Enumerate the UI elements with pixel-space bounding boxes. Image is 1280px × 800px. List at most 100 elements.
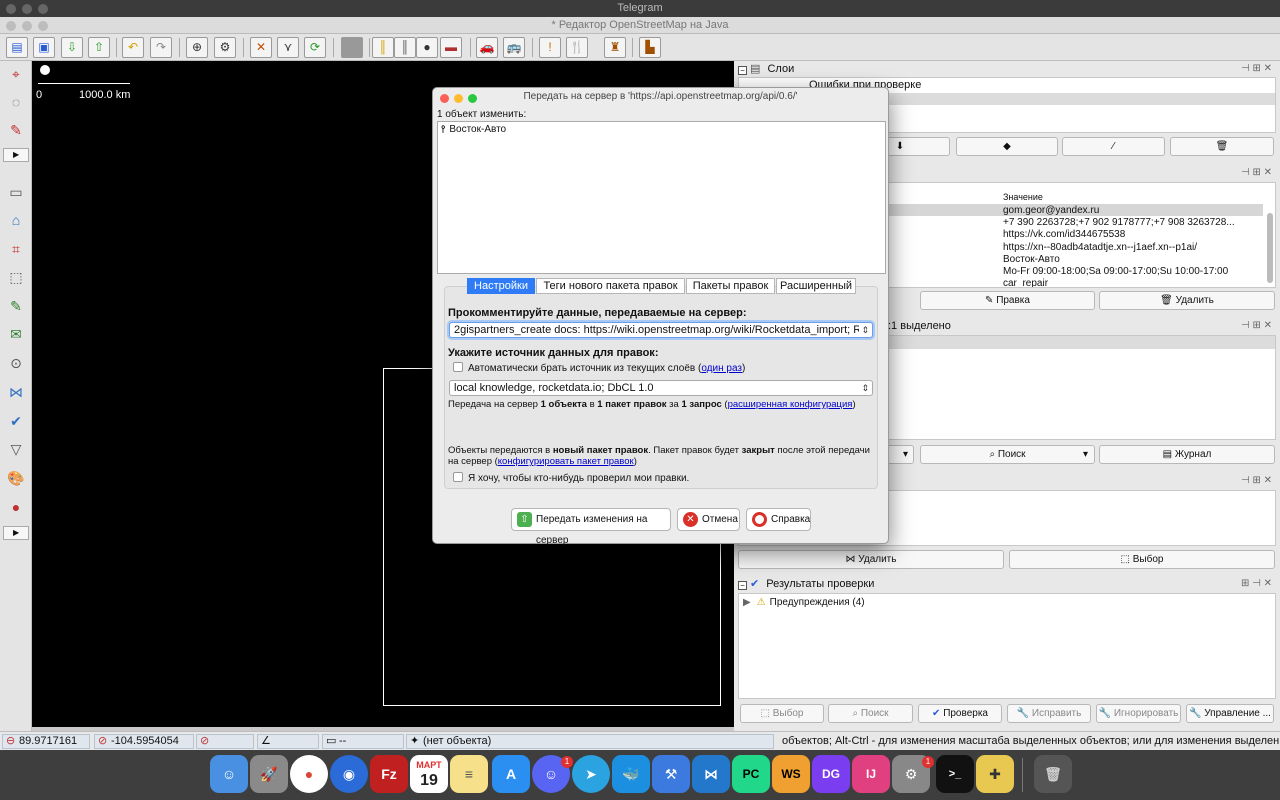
tab-settings[interactable]: Настройки	[467, 278, 535, 294]
notes-icon[interactable]: ✉	[5, 323, 27, 345]
intellij-icon[interactable]: IJ	[852, 755, 890, 793]
map-paint-style-icon[interactable]: 🎨	[5, 467, 27, 489]
zoom-icon[interactable]: ⊕	[186, 37, 208, 58]
app-store-icon[interactable]: A	[492, 755, 530, 793]
historic-preset-icon[interactable]: ♜	[604, 37, 626, 58]
conflict-icon[interactable]: ⋈	[5, 381, 27, 403]
expand-tools-arrow[interactable]: ▶	[3, 148, 29, 162]
dialog-minimize-button[interactable]	[454, 94, 463, 103]
delete-layer-icon[interactable]: 🗑	[1170, 137, 1274, 156]
remove-relation-button[interactable]: ⋈ Удалить	[738, 550, 1004, 569]
tag-value-cell[interactable]: +7 390 2263728;+7 902 9178777;+7 908 326…	[1003, 217, 1235, 229]
tab-changeset-tags[interactable]: Теги нового пакета правок	[536, 278, 685, 294]
chrome-icon[interactable]: ●	[290, 755, 328, 793]
bus-preset-icon[interactable]: 🚌	[503, 37, 525, 58]
finder-icon[interactable]: ☺	[210, 755, 248, 793]
validation-fix-button[interactable]: 🔧 Исправить	[1007, 704, 1091, 723]
upload-icon[interactable]: ⇧	[88, 37, 110, 58]
traffic-light-icon[interactable]: ●	[416, 37, 438, 58]
tag-value-cell[interactable]: car_repair	[1003, 278, 1235, 287]
tag-value-cell[interactable]: https://xn--80adb4atadtje.xn--j1aef.xn--…	[1003, 242, 1235, 254]
terminal-icon[interactable]: >_	[936, 755, 974, 793]
tab-changesets[interactable]: Пакеты правок	[686, 278, 775, 294]
opacity-icon[interactable]: ⁄	[1062, 137, 1165, 156]
cancel-button[interactable]: ✕ Отмена	[677, 508, 740, 531]
advanced-config-link[interactable]: расширенная конфигурация	[728, 399, 853, 410]
filezilla-icon[interactable]: Fz	[370, 755, 408, 793]
webstorm-icon[interactable]: WS	[772, 755, 810, 793]
tag-value-cell[interactable]: https://vk.com/id344675538	[1003, 229, 1235, 241]
history-icon[interactable]: ⊙	[5, 352, 27, 374]
history-button[interactable]: ▤ Журнал	[1099, 445, 1275, 464]
tags-scrollbar[interactable]	[1267, 213, 1273, 283]
xcode-icon[interactable]: ⚒	[652, 755, 690, 793]
vscode-icon[interactable]: ⋈	[692, 755, 730, 793]
redo-icon[interactable]: ↷	[150, 37, 172, 58]
validation-manage-button[interactable]: 🔧 Управление ...	[1186, 704, 1274, 723]
firefox-icon[interactable]: ◉	[330, 755, 368, 793]
area-preset-icon[interactable]	[341, 37, 363, 58]
help-button[interactable]: Справка	[746, 508, 811, 531]
food-preset-icon[interactable]: 🍴	[566, 37, 588, 58]
upload-changes-button[interactable]: ⇧ Передать изменения на сервер	[511, 508, 671, 546]
merge-layer-icon[interactable]: ◆	[956, 137, 1058, 156]
open-file-icon[interactable]: ▤	[6, 37, 28, 58]
undo-icon[interactable]: ↶	[122, 37, 144, 58]
railway-preset-icon[interactable]: ▬	[440, 37, 462, 58]
tag-value-cell[interactable]: Mo-Fr 09:00-18:00;Sa 09:00-17:00;Su 10:0…	[1003, 266, 1235, 278]
validation-check-button[interactable]: ✔ Проверка	[918, 704, 1002, 723]
filter-icon[interactable]: ▽	[5, 438, 27, 460]
docker-icon[interactable]: 🐳	[612, 755, 650, 793]
review-request-row[interactable]: Я хочу, чтобы кто-нибудь проверил мои пр…	[453, 472, 689, 484]
dialog-close-button[interactable]	[440, 94, 449, 103]
preferences-icon[interactable]: ⚙	[214, 37, 236, 58]
road-preset-icon[interactable]: ║	[372, 37, 394, 58]
relation-icon[interactable]: ⌗	[5, 238, 27, 260]
reverse-way-icon[interactable]: ⟳	[304, 37, 326, 58]
tag-value-cell[interactable]: gom.geor@yandex.ru	[1003, 205, 1235, 217]
industrial-preset-icon[interactable]: ▙	[639, 37, 661, 58]
josm-icon[interactable]: ✚	[976, 755, 1014, 793]
edit-tag-button[interactable]: ✎ Правка	[920, 291, 1095, 310]
dialog-zoom-button[interactable]	[468, 94, 477, 103]
source-combobox[interactable]: local knowledge, rocketdata.io; DbCL 1.0…	[449, 380, 873, 396]
commands-icon[interactable]: ✎	[5, 295, 27, 317]
telegram-icon[interactable]: ➤	[572, 755, 610, 793]
configure-changeset-link[interactable]: конфигурировать пакет правок	[498, 456, 634, 467]
tab-advanced[interactable]: Расширенный	[776, 278, 856, 294]
combine-way-icon[interactable]: ⋎	[277, 37, 299, 58]
validation-tree[interactable]: ▶ ⚠ Предупреждения (4)	[738, 593, 1276, 699]
tag-icon[interactable]: ⌂	[5, 209, 27, 231]
draw-mode-icon[interactable]: ✎	[5, 119, 27, 141]
save-icon[interactable]: ▣	[33, 37, 55, 58]
layers-panel-header[interactable]: − ▤ Слои ⊣ ⊞ ✕	[738, 61, 1276, 77]
validator-check-icon[interactable]: ✔	[5, 410, 27, 432]
comment-combobox[interactable]: 2gispartners_create docs: https://wiki.o…	[449, 322, 873, 338]
tag-value-cell[interactable]: Восток-Авто	[1003, 254, 1235, 266]
calendar-icon[interactable]: МАРТ 19	[410, 755, 448, 793]
expand-dialogs-arrow[interactable]: ▶	[3, 526, 29, 540]
validation-ignore-button[interactable]: 🔧 Игнорировать	[1096, 704, 1181, 723]
highway-preset-icon[interactable]: ║	[394, 37, 416, 58]
launchpad-icon[interactable]: 🚀	[250, 755, 288, 793]
select-relation-button[interactable]: ⬚ Выбор	[1009, 550, 1275, 569]
download-icon[interactable]: ⇩	[61, 37, 83, 58]
auto-source-checkbox[interactable]	[453, 362, 463, 372]
emergency-preset-icon[interactable]: !	[539, 37, 561, 58]
review-request-checkbox[interactable]	[453, 472, 463, 482]
auto-source-row[interactable]: Автоматически брать источник из текущих …	[453, 362, 745, 374]
objects-list[interactable]: ⫯ Восток-Авто	[437, 121, 886, 274]
validation-select-button[interactable]: ⬚ Выбор	[740, 704, 824, 723]
delete-tag-button[interactable]: 🗑 Удалить	[1099, 291, 1275, 310]
layer-list-icon[interactable]: ▭	[5, 181, 27, 203]
trash-icon[interactable]: 🗑	[1034, 755, 1072, 793]
pycharm-icon[interactable]: PC	[732, 755, 770, 793]
validation-search-button[interactable]: ⌕ Поиск	[828, 704, 913, 723]
selection-list-icon[interactable]: ⬚	[5, 266, 27, 288]
warnings-node[interactable]: ▶ ⚠ Предупреждения (4)	[739, 594, 1275, 608]
split-way-icon[interactable]: ✕	[250, 37, 272, 58]
datagrip-icon[interactable]: DG	[812, 755, 850, 793]
validation-panel-header[interactable]: − ✔ Результаты проверки ⊞ ⊣ ✕	[738, 576, 1276, 592]
map-marker-icon[interactable]: ●	[5, 496, 27, 518]
select-mode-icon[interactable]: ⌖	[5, 63, 27, 85]
